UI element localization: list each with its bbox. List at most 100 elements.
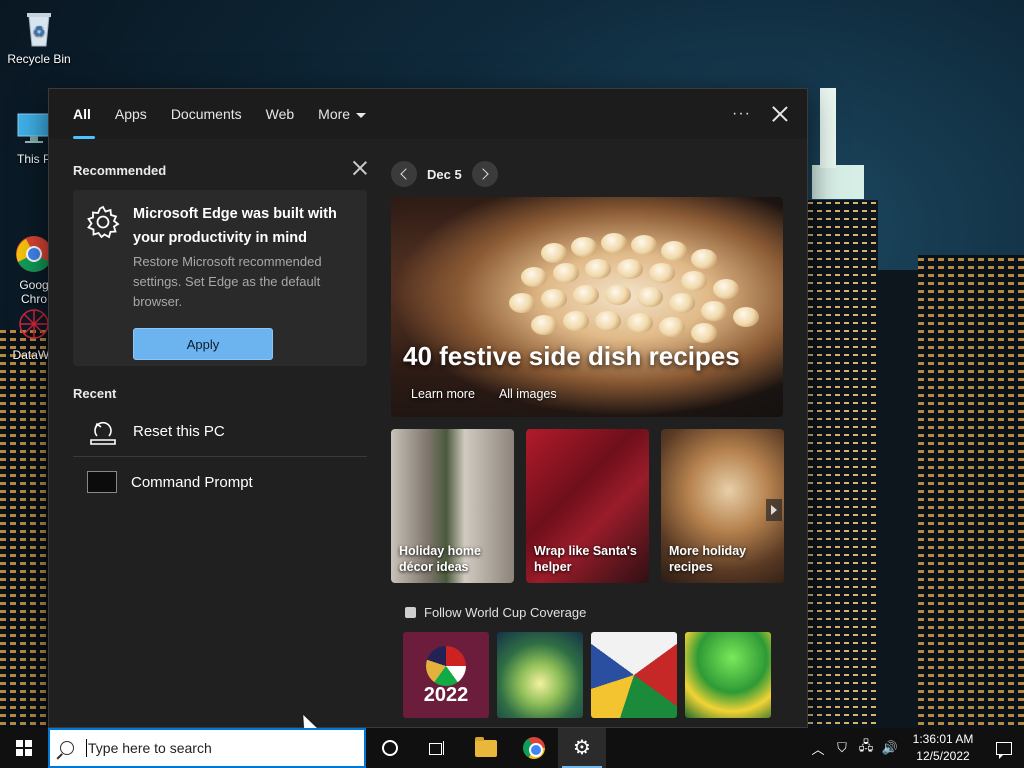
hero-image-detail [691,249,717,269]
dismiss-recommended-icon[interactable] [353,161,367,175]
chrome-icon [523,737,545,759]
recent-item-command-prompt[interactable]: Command Prompt [73,457,367,507]
worldcup-heading[interactable]: Follow World Cup Coverage [405,605,787,620]
all-images-link[interactable]: All images [499,387,557,401]
date-nav: Dec 5 [391,161,787,187]
volume-icon: 🔊 [881,740,899,755]
cortana-icon [382,740,398,756]
left-column: Recommended Microsoft Edge was built wit… [49,139,379,727]
close-icon[interactable] [771,105,789,123]
cortana-button[interactable] [366,728,414,768]
feed-column: Dec 5 40 festive side dish recipes Learn… [391,139,787,727]
hero-image-detail [601,233,627,253]
notification-icon [996,741,1012,759]
feed-date: Dec 5 [427,166,462,182]
start-button[interactable] [0,728,48,768]
next-tiles-arrow-icon[interactable] [766,499,782,521]
settings-icon: ⚙ [573,737,591,759]
recommended-card[interactable]: Microsoft Edge was built with your produ… [73,190,367,366]
hero-image-detail [541,243,567,263]
tab-more[interactable]: More [306,89,378,139]
recent-item-reset-pc[interactable]: Reset this PC [73,407,367,457]
text-cursor [86,739,87,757]
task-view-button[interactable] [414,728,462,768]
search-panel: All Apps Documents Web More ··· Recommen… [48,88,808,728]
ellipsis-icon[interactable]: ··· [732,105,751,123]
section-title: Recommended [73,163,167,178]
tab-label: More [318,106,351,122]
feed-tile-recipes[interactable]: More holiday recipes [661,429,784,583]
taskbar: Type here to search ⚙ ︿ ⛉ 🖧 🔊 1:36:01 AM… [0,728,1024,768]
hero-image-detail [733,307,759,327]
recommended-title: Microsoft Edge was built with your produ… [133,206,337,246]
taskbar-search-box[interactable]: Type here to search [48,728,366,768]
clock-time: 1:36:01 AM [912,732,974,746]
desktop-icon-recycle-bin[interactable]: ♻ Recycle Bin [1,8,77,66]
file-explorer-icon [475,736,497,757]
shield-icon: ⛉ [837,740,847,755]
chrome-taskbar-button[interactable] [510,728,558,768]
hero-image-detail [627,313,653,333]
feed-tiles: Holiday home décor ideas Wrap like Santa… [391,429,787,583]
hero-image-detail [573,285,599,305]
recent-item-label: Reset this PC [133,423,225,440]
hero-card[interactable]: 40 festive side dish recipes Learn more … [391,197,783,417]
settings-taskbar-button[interactable]: ⚙ [558,728,606,768]
task-view-icon [429,741,447,755]
hero-image-detail [509,293,535,313]
volume-tray-button[interactable]: 🔊 [878,728,902,768]
tower-spire [820,88,836,168]
worldcup-tile[interactable] [685,632,771,718]
hero-image-detail [531,315,557,335]
hero-image-detail [553,263,579,283]
building [0,330,48,730]
worldcup-tile[interactable]: 2022 [403,632,489,718]
clock[interactable]: 1:36:01 AM 12/5/2022 [908,731,978,765]
tab-apps[interactable]: Apps [103,89,159,139]
recommended-heading: Recommended [73,163,379,178]
feed-tile-wrap[interactable]: Wrap like Santa's helper [526,429,649,583]
chevron-up-icon: ︿ [811,741,825,757]
tab-label: Apps [114,106,147,122]
worldcup-tile[interactable] [497,632,583,718]
worldcup-tile[interactable] [591,632,677,718]
hero-image-detail [617,259,643,279]
command-prompt-icon [87,471,117,493]
file-explorer-button[interactable] [462,728,510,768]
tower-crown [812,165,864,199]
apply-button[interactable]: Apply [133,328,273,360]
worldcup-year: 2022 [423,684,469,706]
svg-text:♻: ♻ [33,23,46,39]
sports-icon [405,607,416,618]
search-icon [60,741,74,755]
hero-image-detail [681,271,707,291]
worldcup-tiles: 2022 [403,632,787,718]
hero-image-detail [521,267,547,287]
tab-label: All [73,106,91,122]
next-day-button[interactable] [471,161,498,187]
windows-logo-icon [16,740,32,756]
security-tray-button[interactable]: ⛉ [830,728,854,768]
action-center-button[interactable] [984,728,1024,768]
hero-image-detail [631,235,657,255]
hero-image-detail [669,293,695,313]
hero-links: Learn more All images [411,387,557,401]
recent-heading: Recent [73,386,117,401]
hero-image-detail [605,285,631,305]
panel-actions: ··· [732,89,789,139]
learn-more-link[interactable]: Learn more [411,387,475,401]
tab-web[interactable]: Web [254,89,307,139]
tab-documents[interactable]: Documents [159,89,254,139]
search-placeholder: Type here to search [88,740,212,756]
building [878,270,918,730]
tab-all[interactable]: All [61,89,103,139]
building [808,200,878,730]
prev-day-button[interactable] [391,161,417,187]
hero-image-detail [659,317,685,337]
building [918,255,1024,730]
feed-tile-home-decor[interactable]: Holiday home décor ideas [391,429,514,583]
network-tray-button[interactable]: 🖧 [854,728,878,768]
show-hidden-icons-button[interactable]: ︿ [806,728,830,768]
tile-label: More holiday recipes [669,544,747,574]
recycle-bin-icon: ♻ [19,8,59,48]
